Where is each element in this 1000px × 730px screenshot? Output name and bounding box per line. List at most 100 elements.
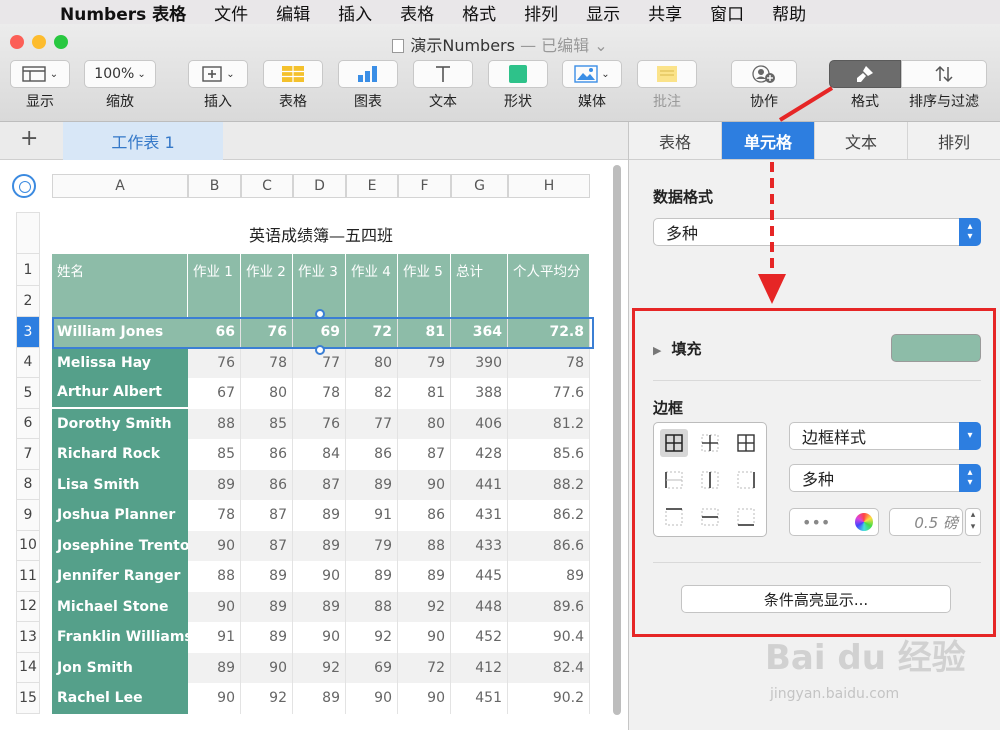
menu-app[interactable]: Numbers 表格 [60,0,186,25]
column-header-g[interactable]: G [451,174,508,198]
media-button[interactable]: ⌄ [562,60,622,88]
value-cell[interactable]: 88 [188,408,241,439]
value-cell[interactable]: 90 [293,622,346,653]
value-cell[interactable]: 433 [451,530,508,561]
value-cell[interactable]: 78 [293,378,346,409]
value-cell[interactable]: 82.4 [508,652,590,683]
value-cell[interactable]: 431 [451,500,508,531]
value-cell[interactable]: 76 [188,347,241,378]
value-cell[interactable]: 72.8 [508,317,590,348]
menu-share[interactable]: 共享 [648,0,682,25]
row-header-12[interactable]: 12 [16,591,40,622]
value-cell[interactable]: 89 [293,500,346,531]
header-cell[interactable]: 作业 3 [293,254,346,317]
value-cell[interactable]: 90.2 [508,683,590,714]
value-cell[interactable]: 76 [241,317,293,348]
value-cell[interactable]: 91 [346,500,398,531]
value-cell[interactable]: 84 [293,439,346,470]
value-cell[interactable]: 80 [346,347,398,378]
comment-button[interactable] [637,60,697,88]
value-cell[interactable]: 406 [451,408,508,439]
value-cell[interactable]: 89 [346,469,398,500]
name-cell[interactable]: Joshua Planner [52,500,188,531]
value-cell[interactable]: 90.4 [508,622,590,653]
row-header-8[interactable]: 8 [16,469,40,500]
row-header-14[interactable]: 14 [16,652,40,683]
value-cell[interactable]: 87 [241,530,293,561]
value-cell[interactable]: 89 [188,652,241,683]
value-cell[interactable]: 86.2 [508,500,590,531]
value-cell[interactable]: 452 [451,622,508,653]
value-cell[interactable]: 92 [398,591,451,622]
value-cell[interactable]: 388 [451,378,508,409]
value-cell[interactable]: 90 [398,683,451,714]
row-header-13[interactable]: 13 [16,622,40,653]
value-cell[interactable]: 81.2 [508,408,590,439]
name-cell[interactable]: Jon Smith [52,652,188,683]
row-header-7[interactable]: 7 [16,439,40,470]
value-cell[interactable]: 92 [346,622,398,653]
value-cell[interactable]: 72 [346,317,398,348]
value-cell[interactable]: 79 [398,347,451,378]
menu-help[interactable]: 帮助 [772,0,806,25]
insert-button[interactable]: ⌄ [188,60,248,88]
value-cell[interactable]: 72 [398,652,451,683]
value-cell[interactable]: 81 [398,378,451,409]
value-cell[interactable]: 89 [398,561,451,592]
value-cell[interactable]: 448 [451,591,508,622]
value-cell[interactable]: 89 [241,561,293,592]
select-all-button[interactable] [12,174,36,198]
value-cell[interactable]: 89 [293,683,346,714]
header-cell[interactable]: 作业 5 [398,254,451,317]
header-cell[interactable]: 个人平均分 [508,254,590,317]
value-cell[interactable]: 91 [188,622,241,653]
row-header-6[interactable]: 6 [16,408,40,439]
value-cell[interactable]: 89 [293,591,346,622]
value-cell[interactable]: 81 [398,317,451,348]
tab-arrange[interactable]: 排列 [908,122,1000,159]
column-header-c[interactable]: C [241,174,293,198]
value-cell[interactable]: 82 [346,378,398,409]
value-cell[interactable]: 86 [241,439,293,470]
row-header-3[interactable]: 3 [16,317,40,348]
value-cell[interactable]: 80 [398,408,451,439]
value-cell[interactable]: 78 [508,347,590,378]
menu-arrange[interactable]: 排列 [524,0,558,25]
value-cell[interactable]: 441 [451,469,508,500]
tab-table[interactable]: 表格 [629,122,722,159]
value-cell[interactable]: 86 [346,439,398,470]
value-cell[interactable]: 92 [241,683,293,714]
menu-insert[interactable]: 插入 [338,0,372,25]
value-cell[interactable]: 85.6 [508,439,590,470]
header-cell[interactable]: 总计 [451,254,508,317]
row-header-9[interactable]: 9 [16,500,40,531]
value-cell[interactable]: 76 [293,408,346,439]
row-header-15[interactable]: 15 [16,683,40,714]
edited-status[interactable]: — 已编辑 ⌄ [520,36,608,55]
value-cell[interactable]: 69 [346,652,398,683]
menu-format[interactable]: 格式 [462,0,496,25]
table-title[interactable]: 英语成绩簿—五四班 [52,222,590,246]
value-cell[interactable]: 88 [346,591,398,622]
name-cell[interactable]: Dorothy Smith [52,408,188,439]
zoom-select[interactable]: 100% ⌄ [84,60,156,88]
name-cell[interactable]: Lisa Smith [52,469,188,500]
value-cell[interactable]: 428 [451,439,508,470]
header-cell[interactable]: 作业 4 [346,254,398,317]
row-header-11[interactable]: 11 [16,561,40,592]
menu-file[interactable]: 文件 [214,0,248,25]
value-cell[interactable]: 451 [451,683,508,714]
value-cell[interactable]: 79 [346,530,398,561]
column-header-a[interactable]: A [52,174,188,198]
value-cell[interactable]: 85 [188,439,241,470]
value-cell[interactable]: 89.6 [508,591,590,622]
value-cell[interactable]: 89 [188,469,241,500]
column-header-d[interactable]: D [293,174,346,198]
row-header-5[interactable]: 5 [16,378,40,409]
value-cell[interactable]: 89 [346,561,398,592]
name-cell[interactable]: Michael Stone [52,591,188,622]
header-cell[interactable]: 作业 1 [188,254,241,317]
value-cell[interactable]: 67 [188,378,241,409]
value-cell[interactable]: 92 [293,652,346,683]
table-button[interactable] [263,60,323,88]
